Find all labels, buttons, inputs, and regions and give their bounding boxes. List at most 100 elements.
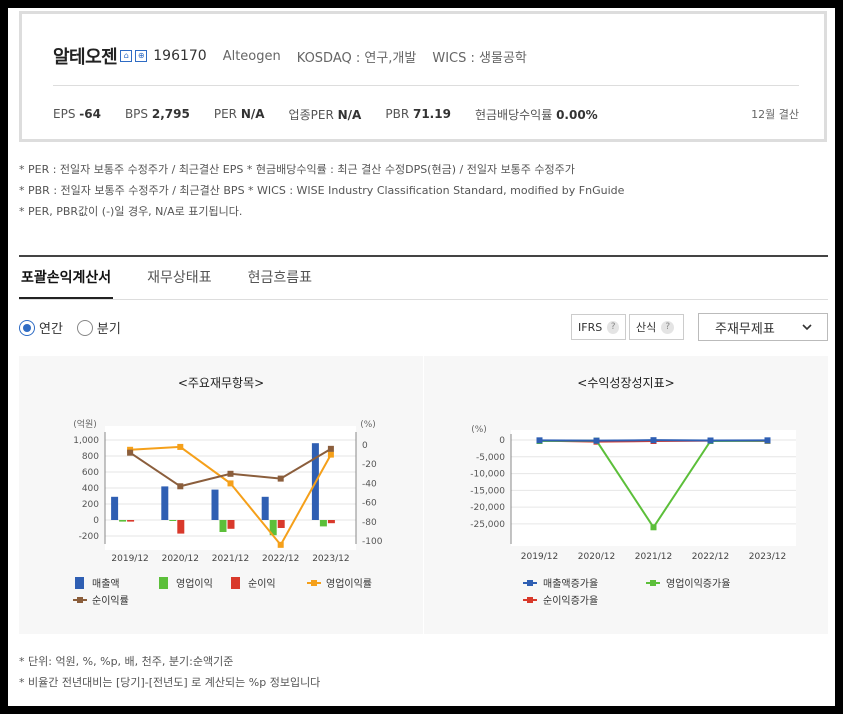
point-순이익률: [277, 475, 284, 482]
header-divider: [53, 85, 799, 86]
x-tick-label: 2021/12: [212, 554, 249, 564]
chevron-down-icon: [802, 324, 812, 331]
x-tick-label: 2020/12: [578, 552, 615, 562]
metric-label: 현금배당수익률: [474, 107, 553, 122]
bar-영업이익: [319, 520, 327, 527]
y-left-tick-label: 1,000: [73, 436, 99, 446]
radio-annual[interactable]: 연간: [19, 318, 63, 337]
statement-tabs: 포괄손익계산서 재무상태표 현금흐름표: [19, 267, 346, 300]
metric-label: 업종PER: [288, 107, 334, 122]
metric-dividend-yield: 현금배당수익률 0.00%: [475, 106, 598, 123]
tab-underline: [19, 299, 828, 300]
y-left-tick-label: 0: [93, 516, 99, 526]
x-tick-label: 2023/12: [749, 552, 786, 562]
profitability-chart: 0 -5,000 -10,000 -15,000 -20,000 -25,000 (%) 20…: [470, 425, 796, 607]
ifrs-button[interactable]: IFRS ?: [571, 314, 626, 340]
metric-value: -64: [79, 107, 101, 121]
formula-button[interactable]: 산식 ?: [629, 314, 684, 340]
company-summary-box: 알테오젠 ⌂ ⊕ 196170 Alteogen KOSDAQ : 연구,개발 …: [19, 11, 827, 142]
legend-label: 순이익증가율: [543, 595, 598, 607]
tab-cash-flow[interactable]: 현금흐름표: [246, 267, 314, 299]
note-line: * PER, PBR값이 (-)일 경우, N/A로 표기됩니다.: [19, 205, 243, 218]
metric-value: 71.19: [412, 107, 451, 121]
period-selector: 연간 분기: [19, 318, 135, 337]
bar-영업이익: [119, 520, 127, 522]
radio-quarterly-dot[interactable]: [76, 319, 93, 336]
bar-매출액: [211, 489, 219, 520]
y-tick-label: -15,000: [470, 486, 505, 496]
point-매출액증가율: [650, 437, 657, 444]
legend-swatch: [159, 577, 168, 589]
formula-label: 산식: [636, 321, 657, 334]
point-매출액증가율: [707, 437, 714, 444]
y-axis-label: (%): [471, 425, 487, 435]
bar-순이익: [127, 520, 135, 522]
settlement-month: 12월 결산: [751, 108, 799, 121]
home-icon[interactable]: ⌂: [120, 50, 133, 62]
point-영업이익률: [277, 541, 284, 548]
globe-icon[interactable]: ⊕: [135, 50, 148, 62]
definition-notes: * PER : 전일자 보통주 수정주가 / 최근결산 EPS * 현금배당수익…: [19, 159, 624, 222]
y-right-tick-label: -20: [362, 460, 377, 470]
legend-label: 순이익: [248, 578, 276, 590]
select-value: 주재무제표: [715, 321, 775, 337]
tab-balance-sheet[interactable]: 재무상태표: [145, 267, 213, 299]
radio-annual-label: 연간: [39, 322, 63, 337]
help-icon[interactable]: ?: [607, 320, 619, 334]
metric-label: PBR: [385, 107, 410, 121]
company-title-row: 알테오젠 ⌂ ⊕ 196170 Alteogen KOSDAQ : 연구,개발 …: [53, 44, 527, 68]
legend-swatch: [527, 597, 533, 603]
legend-label: 영업이익증가율: [666, 577, 730, 590]
page-frame: 알테오젠 ⌂ ⊕ 196170 Alteogen KOSDAQ : 연구,개발 …: [8, 8, 835, 706]
point-순이익률: [227, 470, 234, 477]
bar-순이익: [277, 520, 285, 528]
y-right-tick-label: -40: [362, 479, 377, 489]
point-순이익률: [327, 445, 334, 452]
bar-매출액: [111, 496, 119, 520]
radio-quarterly[interactable]: 분기: [76, 318, 121, 337]
x-tick-label: 2022/12: [262, 554, 299, 564]
statement-type-select[interactable]: 주재무제표: [698, 313, 828, 341]
point-매출액증가율: [764, 437, 771, 444]
note-line: * PBR : 전일자 보통주 수정주가 / 최근결산 BPS * WICS :…: [19, 184, 625, 197]
english-name: Alteogen: [222, 48, 281, 64]
profitability-panel: <수익성장성지표> 0 -5,000 -10,000 -15,000 -20,000 -2…: [424, 356, 828, 634]
main-financials-panel: <주요재무항목> 1,000 800 600 400 200 0 -200 0 -20 -40 -6…: [19, 356, 423, 634]
point-영업이익증가율: [650, 524, 657, 531]
metric-label: EPS: [53, 107, 76, 121]
x-tick-label: 2019/12: [111, 554, 148, 564]
legend-label: 영업이익률: [326, 577, 372, 590]
tab-income-statement[interactable]: 포괄손익계산서: [19, 267, 114, 299]
bar-순이익: [227, 520, 235, 529]
y-right-tick-label: -60: [362, 499, 377, 509]
radio-annual-dot[interactable]: [19, 319, 35, 336]
x-tick-label: 2022/12: [692, 552, 729, 562]
main-financials-chart: 1,000 800 600 400 200 0 -200 0 -20 -40 -60 -80 -100 (…: [73, 418, 383, 607]
metric-bps: BPS 2,795: [125, 107, 190, 121]
legend-swatch: [75, 577, 84, 589]
bar-순이익: [177, 520, 185, 534]
stock-code: 196170: [153, 48, 207, 64]
legend-label: 순이익률: [92, 595, 129, 607]
wics-info: WICS : 생물공학: [432, 50, 527, 66]
radio-quarterly-label: 분기: [96, 322, 121, 337]
chart-title: <주요재무항목>: [177, 376, 265, 390]
point-순이익률: [177, 483, 184, 490]
help-icon[interactable]: ?: [661, 320, 675, 334]
y-tick-label: -20,000: [470, 503, 505, 513]
x-tick-label: 2020/12: [162, 554, 199, 564]
point-영업이익률: [327, 451, 334, 458]
metric-eps: EPS -64: [53, 107, 101, 121]
y-left-tick-label: 200: [82, 500, 99, 510]
legend-label: 매출액: [92, 578, 120, 590]
ifrs-label: IFRS: [578, 320, 603, 334]
bar-영업이익: [169, 520, 177, 521]
legend-swatch: [231, 577, 240, 589]
market-info: KOSDAQ : 연구,개발: [296, 50, 417, 66]
y-right-tick-label: -100: [362, 537, 383, 547]
chart-title: <수익성장성지표>: [577, 376, 675, 390]
metric-value: N/A: [240, 107, 265, 121]
metrics-row: EPS -64 BPS 2,795 PER N/A 업종PER N/A PBR …: [53, 106, 799, 122]
metric-industry-per: 업종PER N/A: [289, 106, 362, 123]
metric-value: 0.00%: [556, 107, 598, 122]
